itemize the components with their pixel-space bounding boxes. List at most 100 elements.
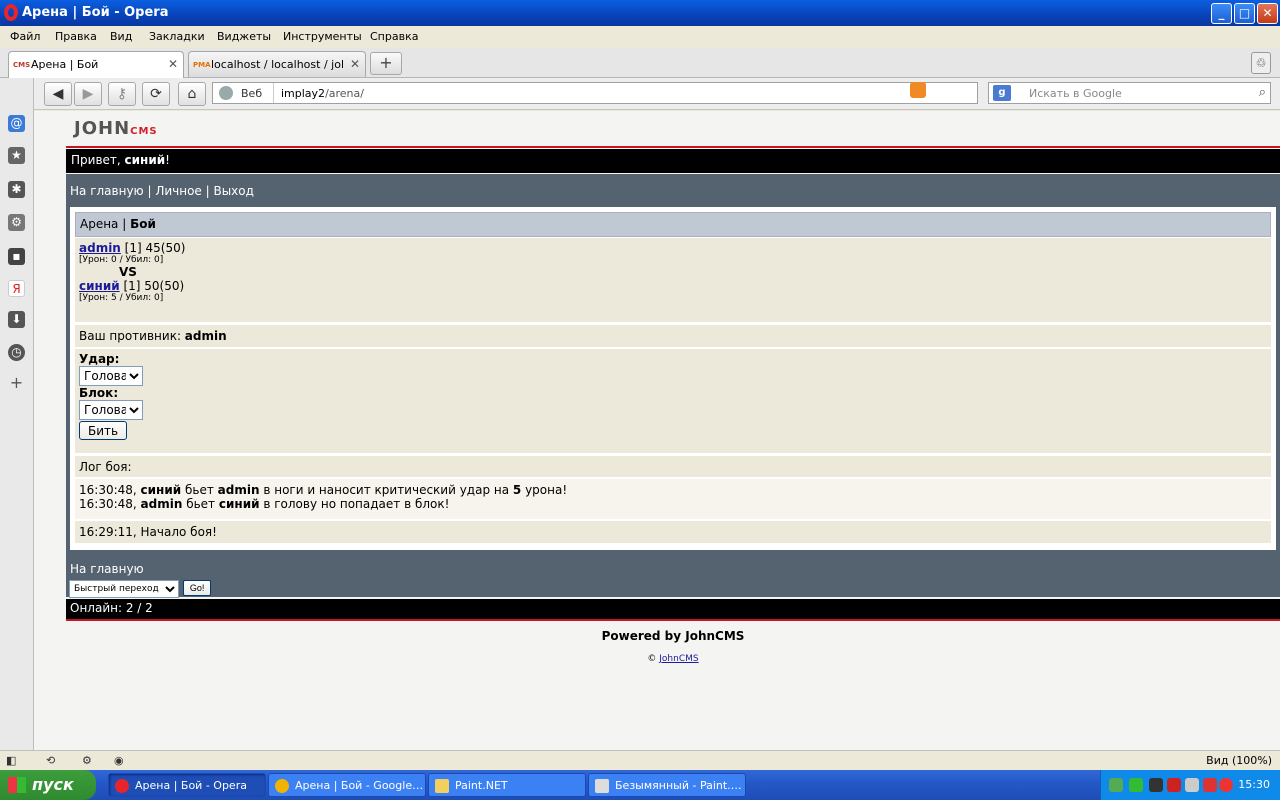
nav-logout-link[interactable]: Выход — [213, 184, 253, 198]
search-field[interactable]: g Искать в Google ⌕ — [988, 82, 1271, 104]
back-icon[interactable]: ◀ — [44, 82, 72, 106]
close-button[interactable]: ✕ — [1257, 3, 1278, 24]
unite-panel-icon[interactable]: ⚙ — [8, 214, 25, 231]
maximize-button[interactable]: □ — [1234, 3, 1255, 24]
zoom-level[interactable]: Вид (100%) — [1206, 754, 1272, 767]
arena-header: Арена | Бой — [75, 212, 1271, 237]
unite-icon[interactable]: ⚙ — [82, 754, 96, 768]
address-field[interactable]: Веб implay2/arena/ — [212, 82, 978, 104]
tray-icon[interactable] — [1167, 778, 1181, 792]
copyright: © JohnCMS — [647, 654, 699, 664]
home-icon[interactable]: ⌂ — [178, 82, 206, 106]
quick-jump-select[interactable]: Быстрый переход — [69, 580, 179, 598]
tab-label: Арена | Бой — [31, 58, 99, 71]
globe-icon — [219, 86, 233, 100]
quick-jump: Быстрый переход Go! — [69, 580, 212, 598]
arena-panel: Арена | Бой admin [1] 45(50) [Урон: 0 / … — [70, 207, 1276, 550]
web-label: Веб — [241, 87, 263, 100]
opera-logo-icon — [4, 4, 18, 21]
main-content: На главную | Личное | Выход Арена | Бой … — [66, 174, 1280, 598]
yandex-panel-icon[interactable]: Я — [8, 280, 25, 297]
nav-personal-link[interactable]: Личное — [155, 184, 201, 198]
minimize-button[interactable]: _ — [1211, 3, 1232, 24]
johncms-page: JOHNCMS Привет, синий! На главную | Личн… — [66, 111, 1280, 750]
system-tray: 15:30 — [1100, 770, 1280, 800]
menu-view[interactable]: Вид — [110, 30, 132, 43]
opponent-box: Ваш противник: admin — [75, 325, 1271, 347]
status-bar: ◧ ⟲ ⚙ ◉ Вид (100%) — [0, 750, 1280, 770]
task-chrome[interactable]: Арена | Бой - Google… — [268, 773, 426, 797]
url-text: implay2/arena/ — [281, 87, 364, 100]
fighter1-link[interactable]: admin — [79, 241, 121, 255]
johncms-favicon-icon: CMS — [13, 61, 31, 69]
tray-icon[interactable] — [1129, 778, 1143, 792]
greeting-bar: Привет, синий! — [66, 149, 1280, 173]
task-opera[interactable]: Арена | Бой - Opera — [108, 773, 266, 797]
nav-home-link[interactable]: На главную — [70, 184, 144, 198]
menu-bookmarks[interactable]: Закладки — [149, 30, 205, 43]
notes-panel-icon[interactable]: ▪ — [8, 248, 25, 265]
menu-help[interactable]: Справка — [370, 30, 418, 43]
trash-icon[interactable]: ♲ — [1251, 52, 1271, 74]
log-entry: 16:30:48, admin бьет синий в голову но п… — [79, 497, 450, 511]
top-nav: На главную | Личное | Выход — [70, 184, 254, 198]
attack-select[interactable]: Голова — [79, 366, 143, 386]
window-title: Арена | Бой - Opera — [22, 5, 169, 20]
go-button[interactable]: Go! — [182, 580, 212, 596]
battle-log: 16:30:48, синий бьет admin в ноги и нано… — [75, 479, 1271, 519]
widgets-panel-icon[interactable]: ✱ — [8, 181, 25, 198]
title-bar: Арена | Бой - Opera _ □ ✕ — [0, 0, 1280, 26]
search-placeholder: Искать в Google — [1029, 87, 1122, 100]
key-icon[interactable]: ⚷ — [108, 82, 136, 106]
bottom-home-link[interactable]: На главную — [70, 562, 144, 576]
rss-icon[interactable] — [910, 82, 926, 98]
tray-icon[interactable] — [1149, 778, 1163, 792]
turbo-icon[interactable]: ◉ — [114, 754, 128, 768]
phpmyadmin-favicon-icon: PMA — [193, 61, 211, 69]
task-paint[interactable]: Безымянный - Paint.… — [588, 773, 746, 797]
start-button[interactable]: пуск — [0, 770, 96, 800]
block-select[interactable]: Голова — [79, 400, 143, 420]
tab-close-icon[interactable]: ✕ — [168, 57, 178, 71]
google-icon[interactable]: g — [993, 85, 1011, 101]
tab-close-icon[interactable]: ✕ — [350, 57, 360, 71]
hit-button[interactable]: Бить — [79, 421, 128, 440]
fighter2-link[interactable]: синий — [79, 279, 120, 293]
history-panel-icon[interactable]: ◷ — [8, 344, 25, 361]
add-panel-icon[interactable]: + — [8, 374, 25, 391]
menu-widgets[interactable]: Виджеты — [217, 30, 271, 43]
log-label: Лог боя: — [75, 456, 1271, 477]
johncms-logo[interactable]: JOHNCMS — [74, 118, 158, 139]
network-icon[interactable] — [1185, 778, 1199, 792]
mail-panel-icon[interactable]: @ — [8, 115, 25, 132]
johncms-link[interactable]: JohnCMS — [659, 654, 698, 664]
tray-icon[interactable] — [1203, 778, 1217, 792]
task-paintnet[interactable]: Paint.NET — [428, 773, 586, 797]
tray-icon[interactable] — [1109, 778, 1123, 792]
tab-label: localhost / localhost / joh… — [211, 58, 343, 71]
downloads-panel-icon[interactable]: ⬇ — [8, 311, 25, 328]
tab-arena[interactable]: CMS Арена | Бой ✕ — [8, 51, 184, 78]
page-viewport: JOHNCMS Привет, синий! На главную | Личн… — [34, 111, 1280, 750]
menu-edit[interactable]: Правка — [55, 30, 97, 43]
online-counter: Онлайн: 2 / 2 — [66, 599, 1280, 619]
tab-phpmyadmin[interactable]: PMA localhost / localhost / joh… ✕ — [188, 51, 366, 77]
menu-file[interactable]: Файл — [10, 30, 40, 43]
divider — [66, 619, 1280, 621]
log-entry: 16:30:48, синий бьет admin в ноги и нано… — [79, 483, 568, 497]
forward-icon[interactable]: ▶ — [74, 82, 102, 106]
opera-tray-icon[interactable] — [1219, 778, 1233, 792]
menu-bar: Файл Правка Вид Закладки Виджеты Инструм… — [0, 26, 1280, 48]
menu-tools[interactable]: Инструменты — [283, 30, 362, 43]
search-icon[interactable]: ⌕ — [1259, 85, 1266, 100]
panel-toggle-icon[interactable]: ◧ — [6, 754, 20, 768]
paintnet-icon — [435, 779, 449, 793]
reload-icon[interactable]: ⟳ — [142, 82, 170, 106]
new-tab-button[interactable]: + — [370, 52, 402, 75]
paint-icon — [595, 779, 609, 793]
bookmarks-panel-icon[interactable]: ★ — [8, 147, 25, 164]
tab-bar: CMS Арена | Бой ✕ PMA localhost / localh… — [0, 48, 1280, 78]
side-panel: @ ★ ✱ ⚙ ▪ Я ⬇ ◷ + — [0, 78, 34, 750]
clock: 15:30 — [1238, 778, 1270, 791]
sync-icon[interactable]: ⟲ — [46, 754, 60, 768]
